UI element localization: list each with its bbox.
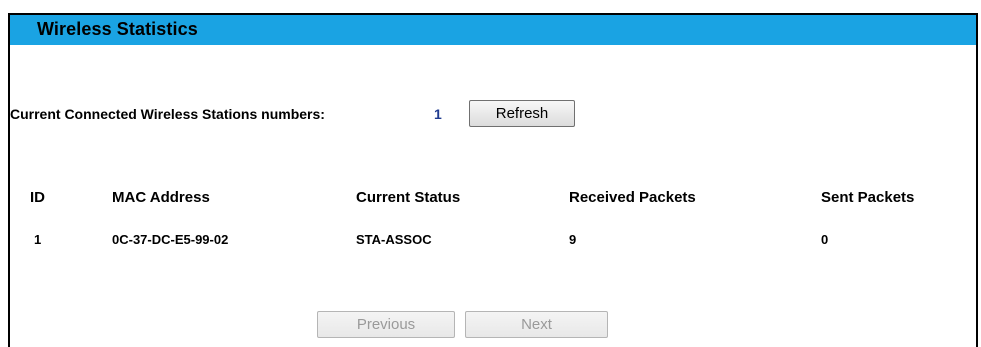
cell-received-packets: 9 [569,232,577,247]
column-header-current-status: Current Status [356,189,461,206]
cell-sent-packets: 0 [821,232,829,247]
cell-id: 1 [34,232,42,247]
column-header-sent-packets: Sent Packets [821,189,915,206]
column-header-mac-address: MAC Address [112,189,210,206]
cell-current-status: STA-ASSOC [356,232,432,247]
connected-stations-count: 1 [434,106,442,122]
cell-mac-address: 0C-37-DC-E5-99-02 [112,232,229,247]
panel-header: Wireless Statistics [10,15,976,45]
page-title: Wireless Statistics [37,19,198,39]
refresh-button[interactable]: Refresh [469,100,575,127]
wireless-statistics-panel: Wireless Statistics Current Connected Wi… [8,13,978,347]
column-header-id: ID [30,189,45,206]
next-button[interactable]: Next [465,311,608,338]
connected-stations-label: Current Connected Wireless Stations numb… [10,106,325,122]
column-header-received-packets: Received Packets [569,189,696,206]
previous-button[interactable]: Previous [317,311,455,338]
